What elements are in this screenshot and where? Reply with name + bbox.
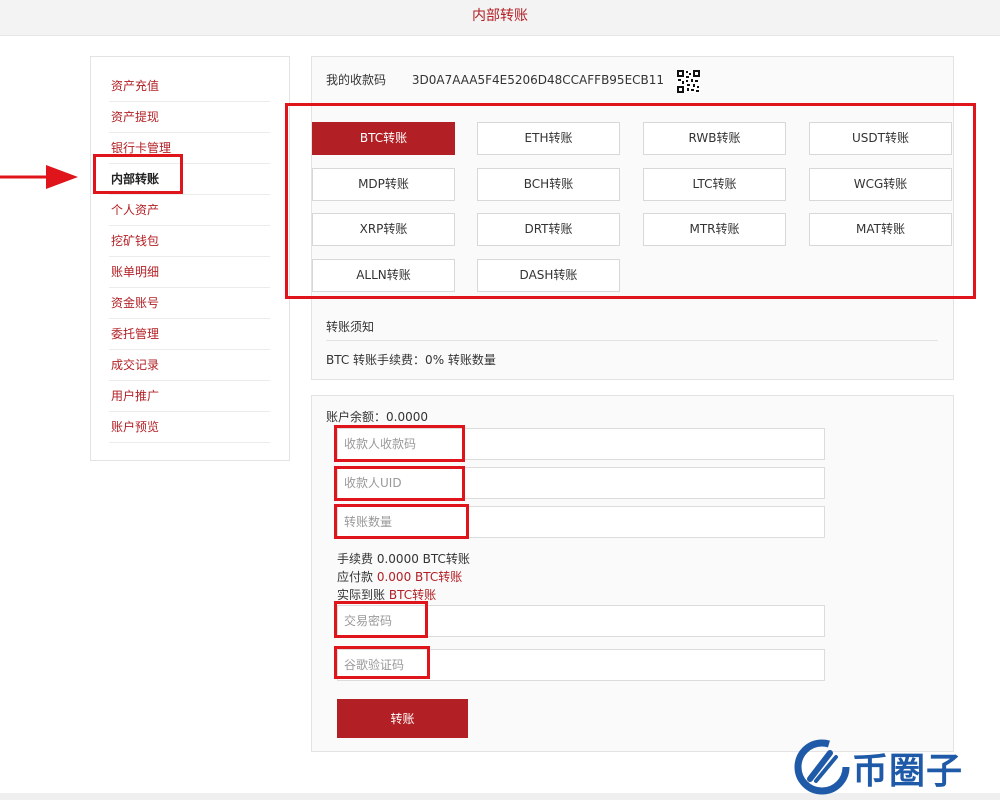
- sidebar-item[interactable]: 资金账号: [109, 288, 270, 319]
- qr-code-icon[interactable]: [677, 70, 700, 93]
- sidebar-item[interactable]: 个人资产: [109, 195, 270, 226]
- sidebar-item[interactable]: 内部转账: [109, 164, 270, 195]
- actual-info: 实际到账 BTC转账: [337, 586, 436, 603]
- sidebar-item[interactable]: 银行卡管理: [109, 133, 270, 164]
- coin-button[interactable]: BCH转账: [477, 168, 620, 201]
- google-code-input[interactable]: [337, 649, 825, 681]
- notice-fee-text: BTC 转账手续费：0% 转账数量: [326, 353, 496, 367]
- receive-code-row: 我的收款码 3D0A7AAA5F4E5206D48CCAFFB95ECB11: [326, 70, 664, 90]
- watermark-text: 币圈子: [852, 751, 964, 792]
- coin-button[interactable]: WCG转账: [809, 168, 952, 201]
- annotation-arrow: [0, 164, 80, 190]
- receive-code-value: 3D0A7AAA5F4E5206D48CCAFFB95ECB11: [411, 73, 665, 87]
- payable-label: 应付款: [337, 570, 374, 584]
- sidebar-item[interactable]: 资产充值: [109, 71, 270, 102]
- coin-button[interactable]: USDT转账: [809, 122, 952, 155]
- sidebar-item[interactable]: 成交记录: [109, 350, 270, 381]
- sidebar-item[interactable]: 资产提现: [109, 102, 270, 133]
- transfer-submit-button[interactable]: 转账: [337, 699, 468, 738]
- sidebar-item[interactable]: 委托管理: [109, 319, 270, 350]
- fee-info: 手续费 0.0000 BTC转账: [337, 550, 470, 567]
- account-balance: 账户余额：0.0000: [326, 410, 428, 424]
- top-bar: 内部转账: [0, 0, 1000, 36]
- coin-button[interactable]: MTR转账: [643, 213, 786, 246]
- notice-title: 转账须知: [326, 320, 375, 334]
- payee-code-input[interactable]: [337, 428, 825, 460]
- coin-button[interactable]: DRT转账: [477, 213, 620, 246]
- coin-button[interactable]: ALLN转账: [312, 259, 455, 292]
- actual-value: BTC转账: [388, 588, 437, 602]
- trade-password-input[interactable]: [337, 605, 825, 637]
- sidebar-item[interactable]: 账单明细: [109, 257, 270, 288]
- coin-button[interactable]: RWB转账: [643, 122, 786, 155]
- page-title: 内部转账: [472, 8, 528, 24]
- amount-input[interactable]: [337, 506, 825, 538]
- coin-button[interactable]: ETH转账: [477, 122, 620, 155]
- coin-button[interactable]: LTC转账: [643, 168, 786, 201]
- sidebar-item[interactable]: 账户预览: [109, 412, 270, 443]
- coin-button[interactable]: BTC转账: [312, 122, 455, 155]
- payable-info: 应付款 0.000 BTC转账: [337, 568, 462, 585]
- coin-button[interactable]: DASH转账: [477, 259, 620, 292]
- actual-label: 实际到账: [337, 588, 386, 602]
- sidebar-item[interactable]: 挖矿钱包: [109, 226, 270, 257]
- coin-button[interactable]: XRP转账: [312, 213, 455, 246]
- sidebar-item[interactable]: 用户推广: [109, 381, 270, 412]
- receive-code-label: 我的收款码: [326, 73, 387, 87]
- coin-button[interactable]: MDP转账: [312, 168, 455, 201]
- payable-value: 0.000 BTC转账: [376, 570, 463, 584]
- sidebar: 资产充值 资产提现 银行卡管理 内部转账 个人资产 挖矿钱包 账单明细 资金账号 委托管理 成交记…: [90, 56, 290, 461]
- fee-label: 手续费: [337, 552, 374, 566]
- fee-value: 0.0000 BTC转账: [376, 552, 470, 566]
- payee-uid-input[interactable]: [337, 467, 825, 499]
- notice-divider: [326, 340, 938, 341]
- coin-button[interactable]: MAT转账: [809, 213, 952, 246]
